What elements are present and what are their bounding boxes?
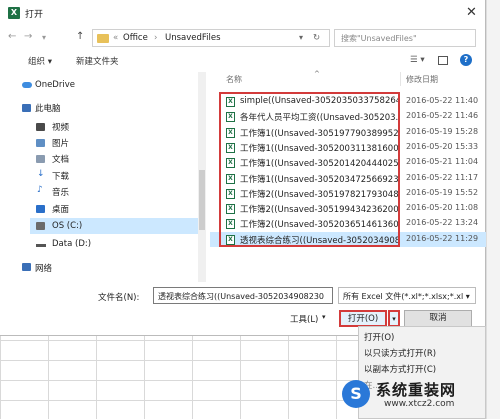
- file-date: 2016-05-22 11:17: [406, 172, 479, 182]
- breadcrumb-separator: ›: [154, 33, 158, 43]
- ribbon-side-strip: [486, 0, 500, 419]
- breadcrumb-overflow[interactable]: «: [113, 33, 118, 43]
- sidebar-item-onedrive[interactable]: OneDrive: [35, 80, 75, 90]
- address-bar[interactable]: « Office › UnsavedFiles ▾ ↻: [92, 29, 330, 47]
- sidebar-item-documents[interactable]: 文档: [52, 153, 69, 165]
- open-button[interactable]: 打开(O): [339, 310, 387, 327]
- sidebar-item-downloads[interactable]: 下载: [52, 170, 69, 182]
- file-date: 2016-05-20 11:08: [406, 203, 479, 213]
- highlight-annotation: [219, 92, 400, 247]
- music-icon: ♪: [37, 185, 43, 195]
- refresh-icon[interactable]: ↻: [313, 33, 320, 43]
- network-icon: [22, 263, 31, 271]
- sort-indicator-icon: ^: [314, 70, 320, 78]
- up-arrow-icon[interactable]: ↑: [76, 31, 84, 42]
- file-date: 2016-05-19 15:52: [406, 187, 479, 197]
- tools-dropdown-icon[interactable]: ▾: [322, 313, 326, 321]
- sidebar-item-music[interactable]: 音乐: [52, 186, 69, 198]
- filename-input[interactable]: 透视表综合练习((Unsaved-3052034908230: [153, 287, 333, 304]
- menu-item-open[interactable]: 打开(O): [364, 331, 394, 343]
- file-date: 2016-05-22 13:24: [406, 218, 479, 228]
- address-dropdown-icon[interactable]: ▾: [299, 33, 303, 42]
- picture-icon: [36, 139, 45, 147]
- file-date: 2016-05-20 15:33: [406, 141, 479, 151]
- breadcrumb-office[interactable]: Office: [123, 33, 148, 43]
- forward-arrow-icon[interactable]: →: [24, 31, 32, 42]
- file-date: 2016-05-19 15:28: [406, 126, 479, 136]
- sidebar-item-os-c[interactable]: OS (C:): [52, 221, 82, 231]
- sidebar-item-this-pc[interactable]: 此电脑: [35, 102, 61, 114]
- drive-icon: [36, 222, 45, 230]
- watermark-title: 系统重装网: [376, 381, 457, 399]
- menu-item-open-readonly[interactable]: 以只读方式打开(R): [364, 347, 436, 359]
- back-arrow-icon[interactable]: ←: [8, 31, 16, 42]
- cancel-button[interactable]: 取消: [404, 310, 472, 327]
- dialog-title: 打开: [25, 10, 44, 20]
- sidebar-item-network[interactable]: 网络: [35, 262, 52, 274]
- file-date: 2016-05-22 11:40: [406, 96, 479, 105]
- video-icon: [36, 123, 45, 131]
- file-date: 2016-05-21 11:04: [406, 157, 479, 167]
- new-folder-button[interactable]: 新建文件夹: [76, 55, 119, 67]
- file-date: 2016-05-22 11:46: [406, 111, 479, 121]
- column-header-name[interactable]: 名称: [226, 74, 242, 85]
- filename-label: 文件名(N):: [98, 293, 140, 303]
- search-input[interactable]: 搜索"UnsavedFiles": [334, 29, 476, 47]
- excel-icon: X: [8, 7, 20, 19]
- column-divider: [400, 72, 401, 86]
- sidebar-item-pictures[interactable]: 图片: [52, 137, 69, 149]
- cloud-icon: [22, 82, 32, 88]
- desktop-icon: [36, 205, 45, 213]
- column-header-modified[interactable]: 修改日期: [406, 74, 438, 85]
- sidebar-item-videos[interactable]: 视频: [52, 121, 69, 133]
- tools-menu[interactable]: 工具(L): [290, 313, 318, 325]
- preview-pane-icon[interactable]: [438, 56, 448, 65]
- breadcrumb-unsavedfiles[interactable]: UnsavedFiles: [165, 33, 221, 43]
- filetype-select[interactable]: 所有 Excel 文件(*.xl*;*.xlsx;*.xl ▾: [338, 287, 476, 304]
- file-date: 2016-05-22 11:29: [406, 233, 479, 243]
- organize-menu[interactable]: 组织 ▾: [28, 55, 52, 67]
- download-icon: ↓: [37, 169, 45, 179]
- sidebar-item-data-d[interactable]: Data (D:): [52, 239, 91, 249]
- close-icon[interactable]: ✕: [466, 5, 477, 20]
- watermark-logo: S: [342, 380, 370, 408]
- document-icon: [36, 155, 45, 163]
- menu-item-open-copy[interactable]: 以副本方式打开(C): [364, 363, 436, 375]
- open-dropdown-icon[interactable]: ▾: [388, 310, 400, 327]
- recent-dropdown-icon[interactable]: ▾: [42, 33, 46, 42]
- help-icon[interactable]: ?: [460, 54, 472, 66]
- computer-icon: [22, 104, 31, 112]
- folder-icon: [97, 34, 109, 43]
- watermark-url: www.xtcz2.com: [384, 399, 455, 409]
- sidebar-item-desktop[interactable]: 桌面: [52, 203, 69, 215]
- sidebar-scrollbar-thumb[interactable]: [199, 170, 205, 230]
- drive-icon: [36, 244, 46, 247]
- view-options-icon[interactable]: ☰ ▾: [410, 55, 425, 65]
